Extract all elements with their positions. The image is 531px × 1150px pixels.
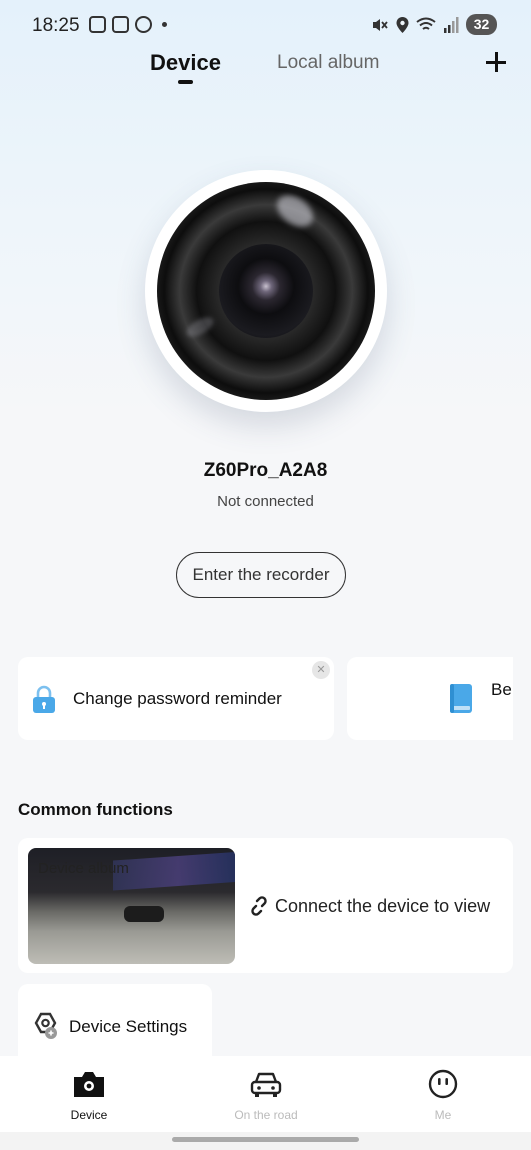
lock-icon [33, 685, 55, 713]
face-icon [428, 1069, 458, 1099]
wifi-icon [416, 17, 436, 30]
book-icon [450, 684, 472, 713]
lens-center [219, 244, 313, 338]
car-icon [250, 1072, 282, 1097]
messenger-icon [135, 16, 152, 33]
settings-icon [34, 1012, 57, 1039]
plus-icon[interactable] [484, 50, 508, 74]
nav-on-the-road[interactable]: On the road [206, 1056, 326, 1132]
album-thumbnail: Device album [28, 848, 235, 964]
tab-active-indicator [178, 80, 193, 84]
mute-icon [373, 18, 388, 31]
password-reminder-card[interactable]: Change password reminder ✕ [18, 657, 334, 740]
device-settings-card[interactable]: Device Settings [18, 984, 212, 1066]
link-icon [251, 896, 267, 916]
nav-on-the-road-label: On the road [234, 1108, 298, 1122]
thumbnail-wheel [124, 906, 164, 922]
nav-me-label: Me [434, 1108, 452, 1122]
tab-device[interactable]: Device [150, 50, 221, 76]
status-time: 18:25 [32, 15, 80, 36]
more-notifications-icon [162, 22, 167, 27]
common-functions-title: Common functions [18, 800, 173, 819]
thumbnail-screen [113, 851, 235, 891]
connection-status: Not connected [217, 493, 314, 510]
device-settings-label: Device Settings [69, 1017, 188, 1036]
nav-device[interactable]: Device [29, 1056, 149, 1132]
battery-indicator: 32 [466, 14, 497, 35]
bottom-navigation: Device On the road Me [0, 1056, 531, 1132]
system-icons: 32 [371, 14, 497, 35]
guide-card[interactable]: Be [347, 657, 513, 740]
password-reminder-label: Change password reminder [73, 689, 282, 708]
location-icon [396, 16, 409, 33]
device-name: Z60Pro_A2A8 [203, 460, 328, 481]
status-bar: 18:25 32 [0, 0, 531, 50]
nav-me[interactable]: Me [383, 1056, 503, 1132]
screenshot-icon [89, 16, 106, 33]
home-indicator[interactable] [172, 1137, 359, 1142]
signal-icon [444, 16, 459, 33]
tab-local-album[interactable]: Local album [277, 52, 379, 74]
instagram-icon [112, 16, 129, 33]
device-album-label: Device album [38, 860, 129, 877]
notification-icons [89, 16, 167, 33]
device-album-card[interactable]: Device album Connect the device to view [18, 838, 513, 973]
camera-icon [74, 1072, 104, 1097]
connect-device-text: Connect the device to view [275, 896, 491, 916]
guide-card-label: Be [491, 680, 512, 699]
nav-device-label: Device [70, 1108, 108, 1122]
enter-recorder-button[interactable]: Enter the recorder [176, 552, 346, 598]
close-icon[interactable]: ✕ [312, 661, 330, 679]
device-lens-image [145, 170, 387, 412]
